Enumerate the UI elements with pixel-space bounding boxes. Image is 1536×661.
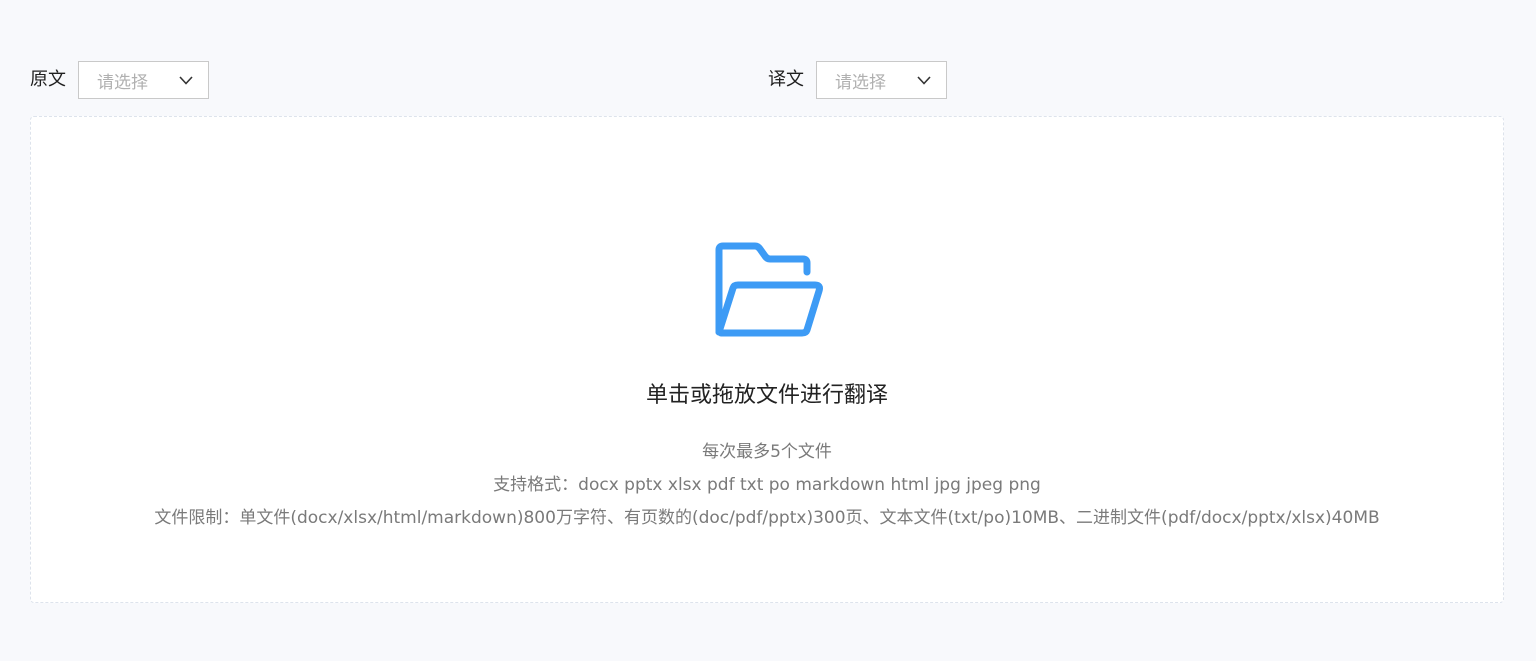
source-language-label: 原文 — [30, 69, 66, 90]
upload-file-limits: 文件限制：单文件(docx/xlsx/html/markdown)800万字符、… — [154, 508, 1380, 528]
target-language-placeholder: 请选择 — [835, 72, 886, 93]
target-language-select[interactable]: 请选择 — [816, 61, 947, 99]
file-upload-dropzone[interactable]: 单击或拖放文件进行翻译 每次最多5个文件 支持格式：docx pptx xlsx… — [30, 116, 1504, 603]
upload-max-files: 每次最多5个文件 — [702, 442, 832, 462]
source-language-select[interactable]: 请选择 — [78, 61, 209, 99]
source-language-placeholder: 请选择 — [97, 72, 148, 93]
chevron-down-icon — [916, 72, 932, 88]
upload-title: 单击或拖放文件进行翻译 — [645, 383, 888, 408]
folder-open-icon — [715, 242, 823, 337]
chevron-down-icon — [178, 72, 194, 88]
target-language-group: 译文 请选择 — [768, 61, 947, 99]
source-language-group: 原文 请选择 — [30, 61, 209, 99]
upload-supported-formats: 支持格式：docx pptx xlsx pdf txt po markdown … — [493, 475, 1041, 495]
target-language-label: 译文 — [768, 69, 804, 90]
